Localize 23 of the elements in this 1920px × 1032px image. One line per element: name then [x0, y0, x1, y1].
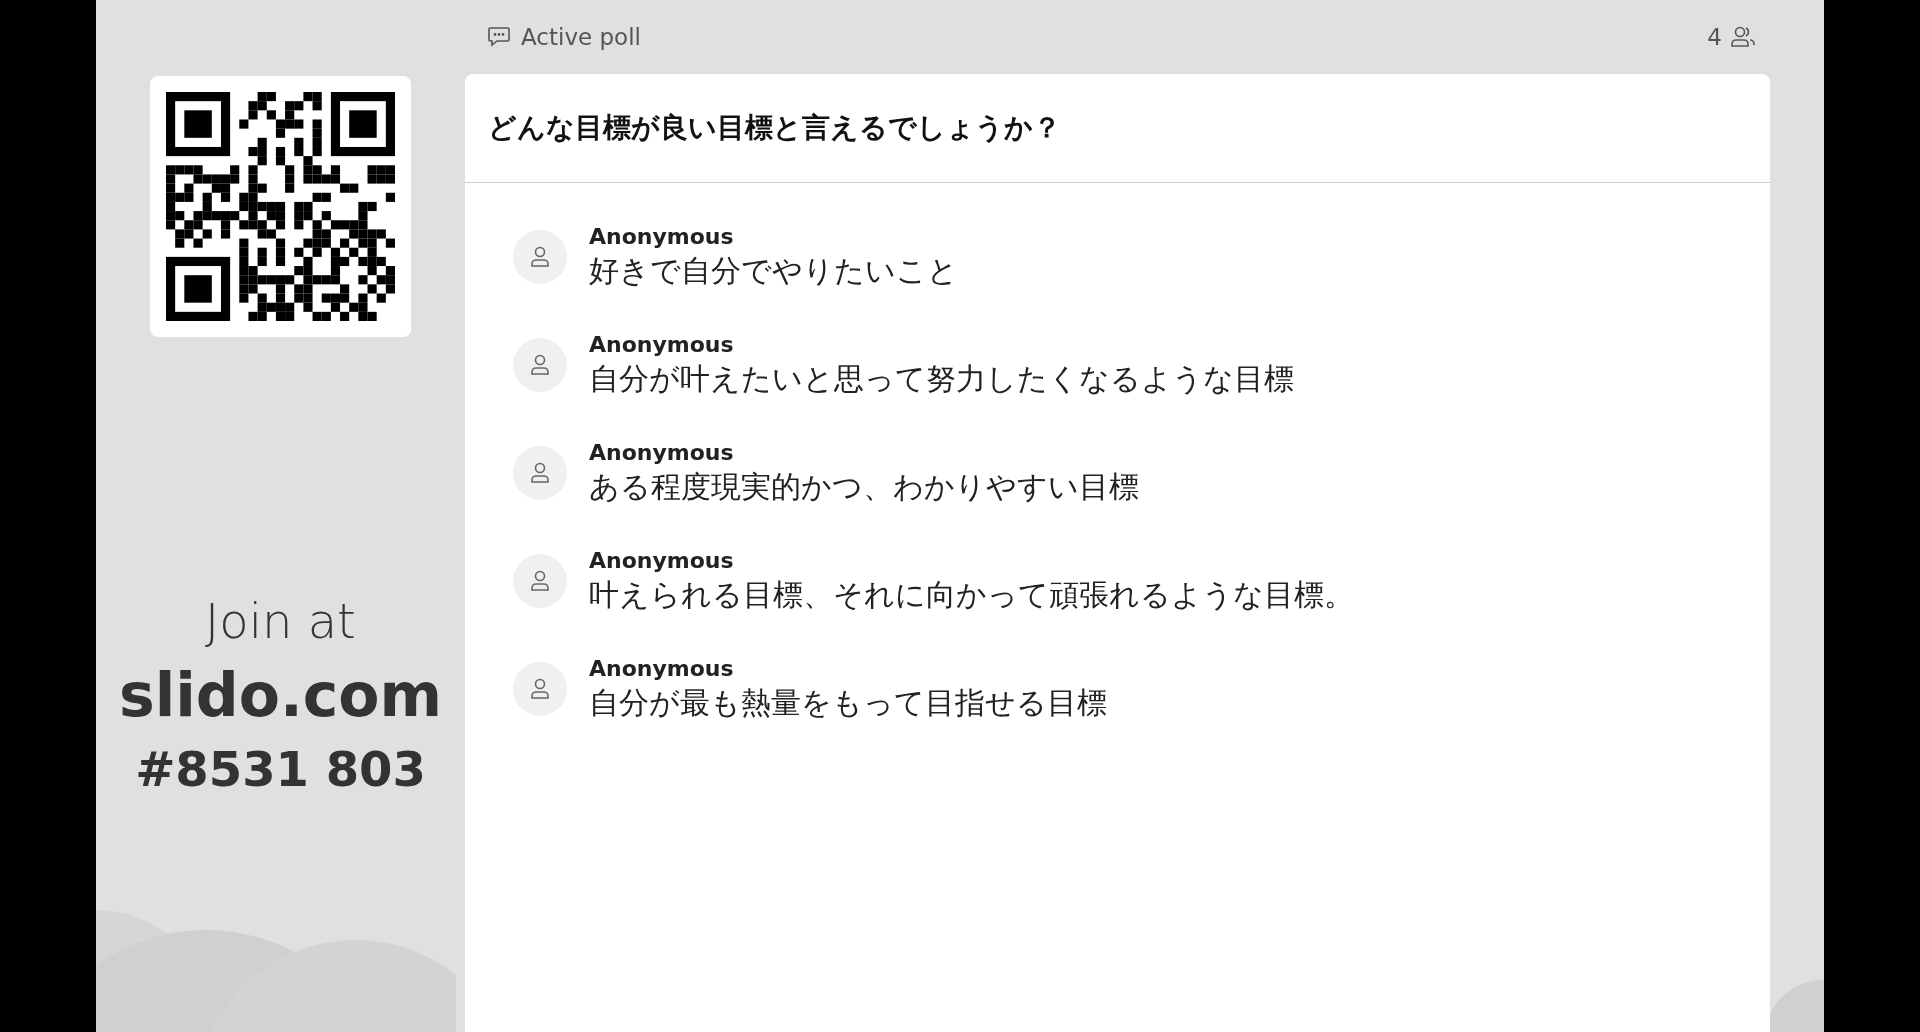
author-name: Anonymous	[589, 223, 735, 251]
join-url: slido.com	[118, 665, 443, 725]
poll-question: どんな目標が良い目標と言えるでしょうか？	[488, 110, 1061, 146]
participant-count: 4	[1707, 22, 1722, 52]
person-icon	[529, 677, 551, 701]
event-code: #8531 803	[135, 745, 426, 793]
active-poll-label: Active poll	[521, 22, 641, 52]
author-name: Anonymous	[589, 547, 735, 575]
answer-text: 自分が叶えたいと思って努力したくなるような目標	[589, 360, 1294, 398]
answer-text: ある程度現実的かつ、わかりやすい目標	[589, 468, 1139, 506]
author-name: Anonymous	[589, 331, 735, 359]
answer-text: 叶えられる目標、それに向かって頑張れるような目標。	[589, 576, 1354, 614]
chat-bubble-icon	[487, 26, 511, 48]
person-icon	[529, 569, 551, 593]
answer-text: 好きで自分でやりたいこと	[589, 252, 958, 290]
people-icon	[1730, 25, 1756, 49]
author-name: Anonymous	[589, 655, 735, 683]
answer-text: 自分が最も熱量をもって目指せる目標	[589, 684, 1107, 722]
person-icon	[529, 353, 551, 377]
person-icon	[529, 245, 551, 269]
join-label: Join at	[205, 597, 356, 645]
author-name: Anonymous	[589, 439, 735, 467]
person-icon	[529, 461, 551, 485]
